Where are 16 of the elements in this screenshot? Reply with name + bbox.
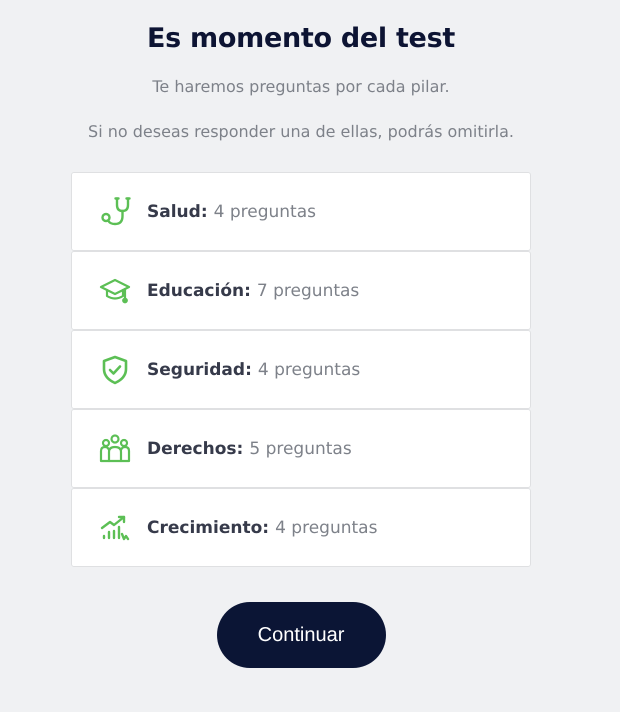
pillar-label: Seguridad: xyxy=(147,360,252,380)
pillar-label: Educación: xyxy=(147,280,251,300)
group-of-people-icon xyxy=(99,432,131,464)
question-count: 7 preguntas xyxy=(256,280,360,300)
continue-button[interactable]: Continuar xyxy=(216,602,386,668)
question-count: 4 preguntas xyxy=(258,360,360,380)
pillar-label: Crecimiento: xyxy=(147,518,270,538)
pillar-label: Derechos: xyxy=(147,438,244,458)
pillar-label: Salud: xyxy=(147,202,208,222)
question-count: 4 preguntas xyxy=(275,518,378,538)
intro-text: Si no deseas responder una de ellas, podrás omitirla. xyxy=(88,121,514,143)
question-count: 5 preguntas xyxy=(249,438,352,458)
intro-text: Te haremos preguntas por cada pilar. xyxy=(152,76,450,98)
stethoscope-icon xyxy=(99,196,131,228)
page-title: Es momento del test xyxy=(147,22,455,56)
question-count: 4 preguntas xyxy=(214,202,316,222)
